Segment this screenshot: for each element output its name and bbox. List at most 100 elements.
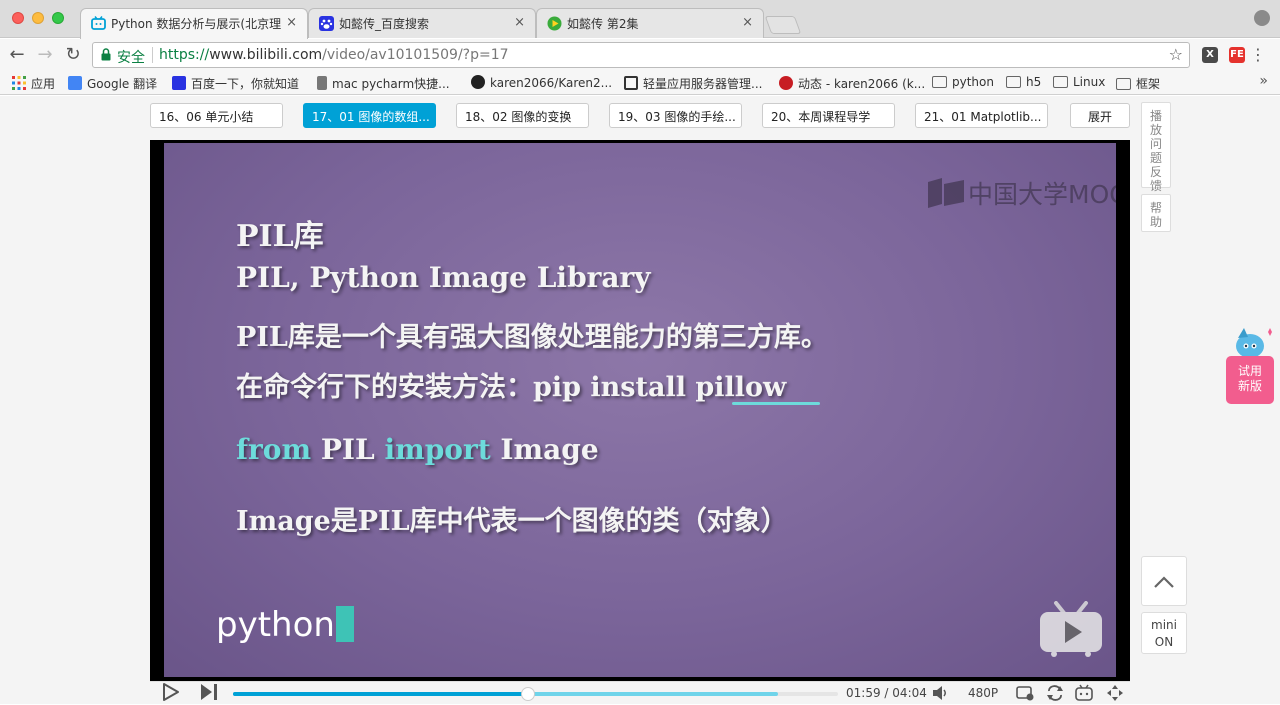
episode-item[interactable]: 21、01 Matplotlib... xyxy=(915,103,1048,128)
try-new-line-2: 新版 xyxy=(1237,379,1262,393)
cloud-icon xyxy=(624,76,638,90)
progress-bar[interactable] xyxy=(233,687,838,701)
back-to-top-button[interactable] xyxy=(1141,556,1187,606)
video-player[interactable]: 中国大学MOOC PIL库 PIL, Python Image Library … xyxy=(150,140,1130,681)
browser-tab-2[interactable]: 如懿传 第2集 × xyxy=(536,8,764,38)
help-button[interactable]: 帮助 xyxy=(1141,194,1171,232)
extension-fe-icon[interactable]: FE xyxy=(1229,47,1245,63)
bookmark-label: h5 xyxy=(1026,75,1042,89)
try-new-version-button[interactable]: 试用 新版 xyxy=(1226,356,1274,404)
reload-icon[interactable]: ↻ xyxy=(62,44,84,65)
slide-line-1: PIL库是一个具有强大图像处理能力的第三方库。 xyxy=(236,322,828,353)
code-import: import xyxy=(384,433,491,466)
bookmark-folder[interactable]: h5 xyxy=(1006,75,1041,89)
episode-item-active[interactable]: 17、01 图像的数组... xyxy=(303,103,436,128)
bookmark-folder[interactable]: python xyxy=(932,75,994,89)
folder-icon xyxy=(1053,76,1068,88)
bookmark-label: Linux xyxy=(1073,75,1106,89)
bookmark-item[interactable]: 百度一下，你就知道 xyxy=(172,75,299,92)
code-pil: PIL xyxy=(311,433,385,466)
slide-subheading: PIL, Python Image Library xyxy=(236,261,651,294)
quality-selector[interactable]: 480P xyxy=(968,686,998,700)
episode-item[interactable]: 20、本周课程导学 xyxy=(762,103,895,128)
tab-close-icon[interactable]: × xyxy=(742,15,753,30)
mooc-watermark: 中国大学MOOC xyxy=(928,175,1116,211)
tab-close-icon[interactable]: × xyxy=(286,15,297,30)
bookmark-item[interactable]: 动态 - karen2066 (k... xyxy=(779,75,925,92)
apps-icon xyxy=(12,76,26,90)
help-label: 帮助 xyxy=(1149,201,1162,229)
bookmark-item[interactable]: karen2066/Karen2... xyxy=(471,75,612,90)
browser-tab-0[interactable]: Python 数据分析与展示(北京理 × xyxy=(80,8,308,39)
mooc-logo-icon xyxy=(928,178,964,208)
bookmark-label: karen2066/Karen2... xyxy=(490,76,613,90)
new-tab-button[interactable] xyxy=(764,16,802,34)
video-frame: 中国大学MOOC PIL库 PIL, Python Image Library … xyxy=(164,143,1116,677)
forward-icon[interactable]: → xyxy=(34,44,56,65)
danmaku-settings-icon[interactable] xyxy=(1016,685,1034,704)
bookmarks-overflow-icon[interactable]: » xyxy=(1259,73,1268,89)
bookmark-label: mac pycharm快捷... xyxy=(332,77,450,91)
bookmark-label: 百度一下，你就知道 xyxy=(191,77,300,91)
slide-line-2-prefix: 在命令行下的安装方法：pip install xyxy=(236,372,696,403)
total-time: 04:04 xyxy=(892,686,927,700)
pillow-underline xyxy=(732,402,820,405)
bookmark-folder[interactable]: 框架 xyxy=(1116,75,1160,92)
python-logo-text: python xyxy=(216,605,335,645)
python-logo: python xyxy=(216,605,354,645)
folder-icon xyxy=(932,76,947,88)
episode-item[interactable]: 16、06 单元小结 xyxy=(150,103,283,128)
bookmark-folder[interactable]: Linux xyxy=(1053,75,1105,89)
progress-played xyxy=(233,692,528,696)
bookmark-item[interactable]: 应用 xyxy=(12,75,55,92)
slide-code-line: from PIL import Image xyxy=(236,433,599,466)
expand-episodes-button[interactable]: 展开 xyxy=(1070,103,1130,128)
bookmark-item[interactable]: mac pycharm快捷... xyxy=(317,75,450,92)
bilibili-danmaku-icon[interactable] xyxy=(1075,684,1093,704)
play-icon[interactable] xyxy=(162,682,180,705)
profile-icon[interactable] xyxy=(1254,10,1270,26)
extension-x-icon[interactable]: X xyxy=(1202,47,1218,63)
episode-item[interactable]: 18、02 图像的变换 xyxy=(456,103,589,128)
minimize-window-button[interactable] xyxy=(32,12,44,24)
bilibili-tv-icon[interactable] xyxy=(1038,601,1104,657)
bookmark-star-icon[interactable]: ☆ xyxy=(1169,45,1183,64)
next-episode-icon[interactable] xyxy=(200,683,218,704)
current-time: 01:59 xyxy=(846,686,881,700)
volume-icon[interactable] xyxy=(932,685,948,704)
loop-icon[interactable] xyxy=(1046,685,1064,704)
url-text: https://www.bilibili.com/video/av1010150… xyxy=(159,47,509,63)
bookmark-item[interactable]: Google 翻译 xyxy=(68,75,157,92)
back-icon[interactable]: ← xyxy=(6,44,28,65)
close-window-button[interactable] xyxy=(12,12,24,24)
zoom-window-button[interactable] xyxy=(52,12,64,24)
baidu-icon xyxy=(319,16,334,31)
feedback-label: 播放问题反馈 xyxy=(1149,109,1162,193)
progress-handle[interactable] xyxy=(520,687,535,701)
code-image: Image xyxy=(490,433,599,466)
bookmark-label: Google 翻译 xyxy=(87,77,158,91)
url-path: /video/av10101509/?p=17 xyxy=(322,47,509,63)
python-logo-tile xyxy=(335,606,354,642)
mini-label: mini xyxy=(1151,618,1177,632)
tab-title: 如懿传_百度搜索 xyxy=(339,17,430,31)
mooc-watermark-text: 中国大学MOOC xyxy=(968,180,1116,209)
tab-close-icon[interactable]: × xyxy=(514,15,525,30)
mini-state: ON xyxy=(1154,635,1174,649)
browser-tab-1[interactable]: 如懿传_百度搜索 × xyxy=(308,8,536,38)
time-separator: / xyxy=(884,686,889,700)
menu-dots-icon[interactable]: ⋮ xyxy=(1250,45,1266,64)
chevron-up-icon xyxy=(1154,576,1174,588)
address-bar[interactable]: 安全 https://www.bilibili.com/video/av1010… xyxy=(92,42,1190,68)
playback-feedback-button[interactable]: 播放问题反馈 xyxy=(1141,102,1171,193)
bilibili-icon xyxy=(91,16,106,31)
url-host: www.bilibili.com xyxy=(209,47,323,63)
player-controls: 01:59 / 04:04 480P xyxy=(150,681,1130,704)
bookmark-item[interactable]: 轻量应用服务器管理... xyxy=(624,75,762,92)
tab-strip: Python 数据分析与展示(北京理 × 如懿传_百度搜索 × 如懿传 第2集 … xyxy=(0,0,1280,39)
time-display: 01:59 / 04:04 xyxy=(846,686,927,700)
url-scheme: https:// xyxy=(159,47,210,63)
episode-item[interactable]: 19、03 图像的手绘... xyxy=(609,103,742,128)
mini-player-toggle[interactable]: mini ON xyxy=(1141,612,1187,654)
fullscreen-icon[interactable] xyxy=(1106,684,1124,705)
